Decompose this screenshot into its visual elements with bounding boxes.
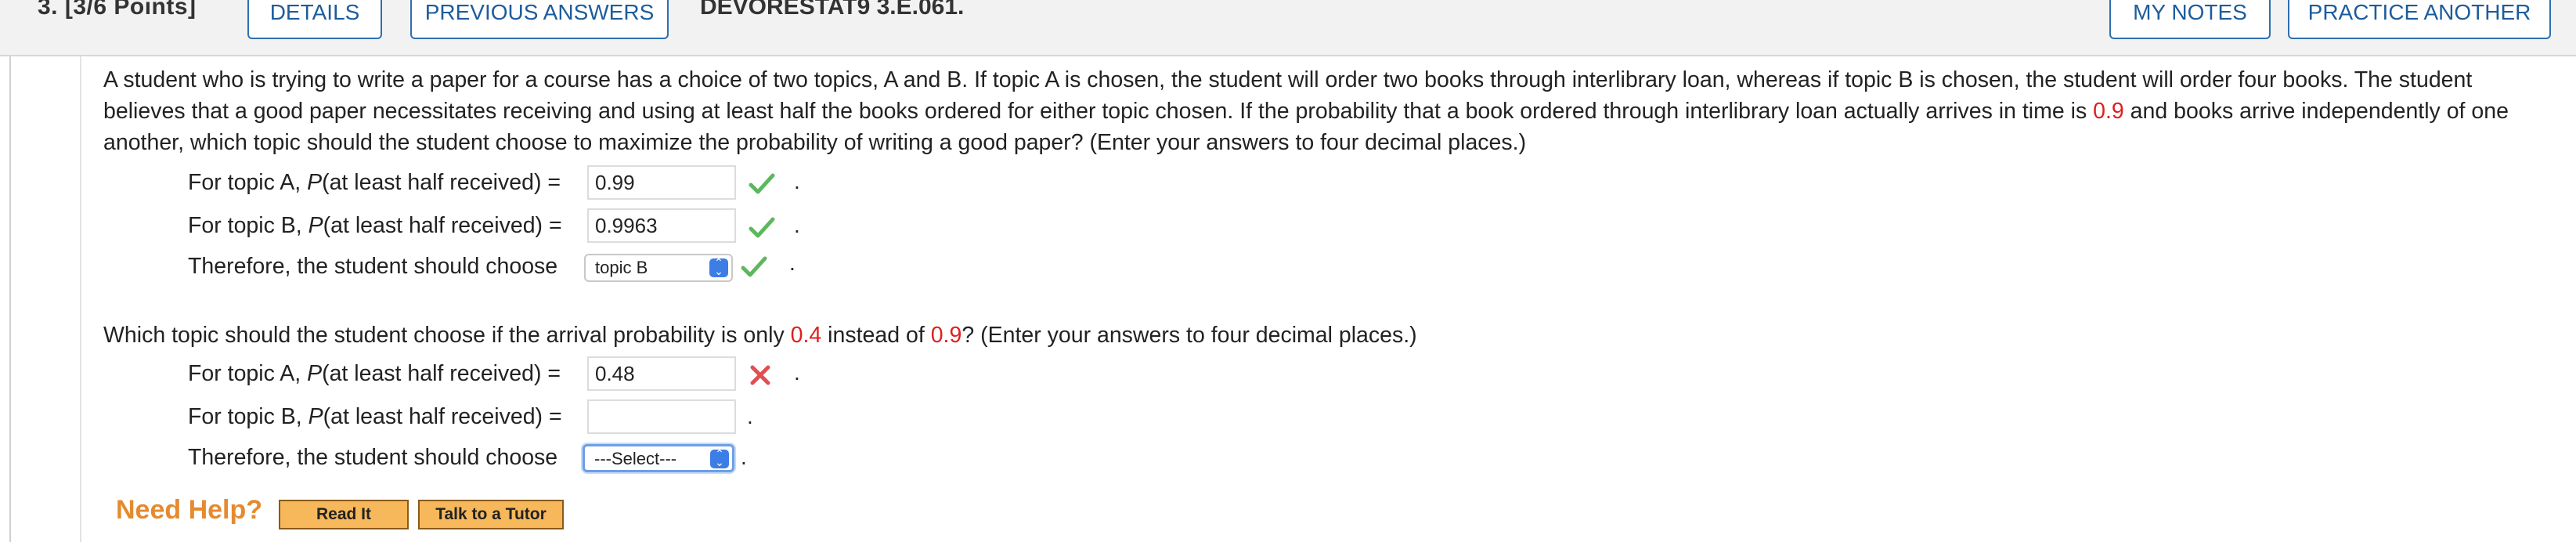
choose-label: Therefore, the student should choose — [188, 254, 558, 279]
check-icon — [741, 256, 767, 277]
period: . — [794, 360, 800, 385]
topic-b-suffix: (at least half received) = — [323, 213, 562, 238]
problem-statement: A student who is trying to write a paper… — [103, 64, 2538, 158]
topic-b-prefix: For topic B, — [188, 404, 308, 429]
topic-b-prefix: For topic B, — [188, 213, 308, 238]
check-icon — [749, 173, 775, 194]
topic-select-value: topic B — [595, 258, 648, 277]
read-it-button[interactable]: Read It — [279, 500, 409, 529]
chevron-updown-icon: ⌃ ⌄ — [710, 448, 729, 468]
period: . — [741, 445, 747, 469]
topic-a-label: For topic A, P(at least half received) = — [188, 356, 561, 391]
my-notes-button[interactable]: MY NOTES — [2109, 0, 2271, 39]
topic-b-label: For topic B, P(at least half received) = — [188, 208, 562, 243]
question-number: 3. [3/6 Points] — [38, 0, 197, 20]
new-probability: 0.4 — [790, 323, 822, 348]
topic-b-label: For topic B, P(at least half received) = — [188, 399, 562, 434]
choose-label: Therefore, the student should choose — [188, 445, 558, 470]
question-header: 3. [3/6 Points] DETAILS PREVIOUS ANSWERS… — [0, 0, 2576, 56]
part2-text: Which topic should the student choose if… — [103, 323, 791, 348]
period: . — [794, 169, 800, 193]
probability-value: 0.9 — [2093, 99, 2124, 124]
old-probability: 0.9 — [930, 323, 962, 348]
part2-question: Which topic should the student choose if… — [103, 318, 1417, 352]
topic-a-suffix: (at least half received) = — [322, 361, 561, 386]
check-icon — [749, 217, 775, 238]
practice-another-button[interactable]: PRACTICE ANOTHER — [2288, 0, 2551, 39]
topic-a-label: For topic A, P(at least half received) = — [188, 165, 561, 200]
period: . — [794, 213, 800, 237]
topic-a-prefix: For topic A, — [188, 170, 308, 195]
topic-select-2[interactable]: ---Select--- ⌃ ⌄ — [583, 444, 734, 472]
p-symbol: P — [307, 361, 323, 386]
x-icon — [750, 365, 770, 385]
topic-a-answer-input-2[interactable]: 0.48 — [587, 356, 736, 391]
p-symbol: P — [308, 404, 323, 429]
details-button[interactable]: DETAILS — [247, 0, 382, 39]
part2-text-b: instead of — [821, 323, 931, 348]
topic-select-value: ---Select--- — [594, 449, 677, 468]
chevron-updown-icon: ⌃ ⌄ — [709, 257, 728, 277]
topic-a-suffix: (at least half received) = — [322, 170, 561, 195]
topic-b-answer-input-2[interactable] — [587, 399, 736, 434]
p-symbol: P — [308, 213, 323, 238]
previous-answers-button[interactable]: PREVIOUS ANSWERS — [410, 0, 669, 39]
topic-a-prefix: For topic A, — [188, 361, 308, 386]
period: . — [789, 251, 796, 275]
assignment-code: DEVORESTAT9 3.E.061. — [700, 0, 965, 20]
topic-b-answer-input[interactable]: 0.9963 — [587, 208, 736, 243]
need-help-label: Need Help? — [116, 495, 263, 525]
topic-b-suffix: (at least half received) = — [323, 404, 562, 429]
topic-a-answer-input[interactable]: 0.99 — [587, 165, 736, 200]
part2-text-c: ? (Enter your answers to four decimal pl… — [961, 323, 1417, 348]
topic-select[interactable]: topic B ⌃ ⌄ — [584, 254, 733, 282]
period: . — [747, 404, 753, 428]
talk-to-tutor-button[interactable]: Talk to a Tutor — [418, 500, 564, 529]
p-symbol: P — [307, 170, 323, 195]
